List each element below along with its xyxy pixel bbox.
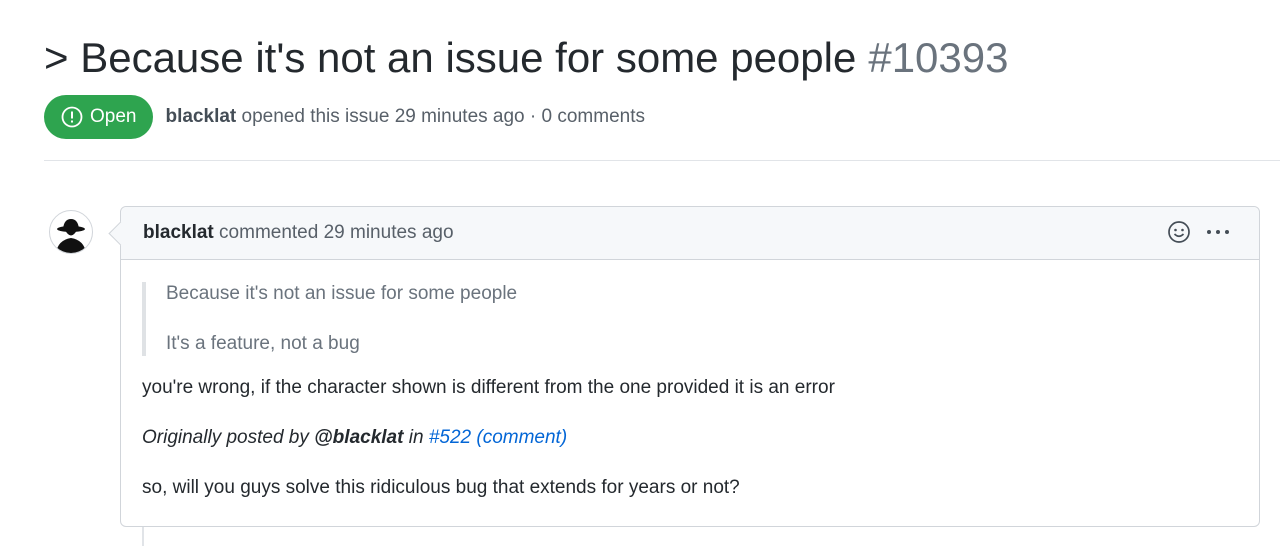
- comment-caret: [108, 221, 133, 246]
- attribution-line: Originally posted by @blacklat in #522 (…: [142, 426, 1239, 450]
- issue-number: #10393: [868, 34, 1009, 81]
- hat-silhouette-avatar: [56, 219, 86, 253]
- issue-author-link[interactable]: blacklat: [165, 106, 236, 127]
- comment-ref-link[interactable]: (comment): [476, 427, 567, 448]
- issue-title: > Because it's not an issue for some peo…: [44, 32, 1009, 84]
- smiley-icon[interactable]: [1167, 220, 1191, 244]
- issue-ref-link[interactable]: #522: [429, 427, 471, 448]
- comment-header: blacklat commented 29 minutes ago: [108, 207, 1259, 260]
- attribution-prefix: Originally posted by: [142, 427, 309, 448]
- issue-meta: Open blacklat opened this issue 29 minut…: [44, 95, 645, 139]
- issue-title-text: > Because it's not an issue for some peo…: [44, 34, 857, 81]
- blockquote: Because it's not an issue for some peopl…: [142, 282, 1239, 356]
- avatar[interactable]: [49, 210, 93, 254]
- comment-box: blacklat commented 29 minutes ago Becaus…: [108, 206, 1260, 527]
- issue-opened-icon: [61, 106, 83, 128]
- reply-text: you're wrong, if the character shown is …: [142, 377, 835, 398]
- timeline-line: [142, 526, 144, 546]
- comment-header-text: blacklat commented 29 minutes ago: [143, 222, 454, 244]
- quote-line-2: It's a feature, not a bug: [166, 333, 360, 354]
- comment-time[interactable]: commented 29 minutes ago: [219, 222, 453, 243]
- header-divider: [44, 160, 1280, 161]
- comment-body: Because it's not an issue for some peopl…: [121, 260, 1259, 500]
- comment-actions: [1167, 220, 1231, 244]
- comment-author-link[interactable]: blacklat: [143, 222, 214, 243]
- issue-meta-text: blacklat opened this issue 29 minutes ag…: [165, 106, 645, 128]
- question-text: so, will you guys solve this ridiculous …: [142, 477, 740, 498]
- quote-line-1: Because it's not an issue for some peopl…: [166, 283, 518, 304]
- attribution-in: in: [408, 427, 424, 448]
- opened-text: opened this issue 29 minutes ago · 0 com…: [241, 106, 645, 127]
- attribution-user-link[interactable]: @blacklat: [314, 427, 403, 448]
- state-badge: Open: [44, 95, 154, 139]
- state-label: Open: [90, 106, 137, 127]
- kebab-horizontal-icon[interactable]: [1205, 220, 1231, 244]
